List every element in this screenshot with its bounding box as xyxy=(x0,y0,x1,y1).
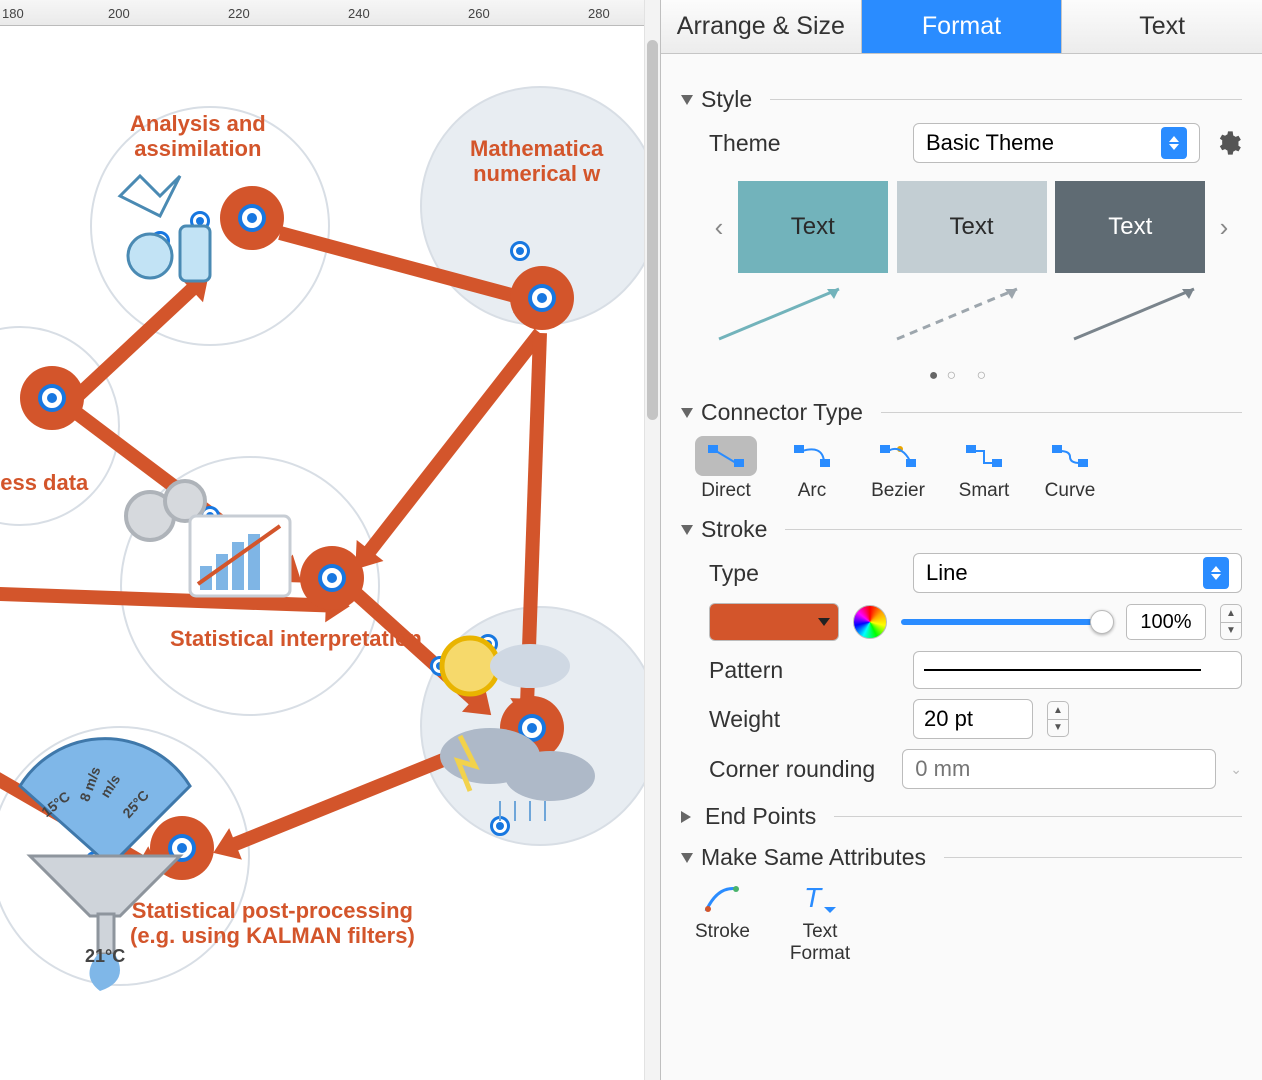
diagram-canvas[interactable]: Analysis and assimilation Mathematica nu… xyxy=(0,26,660,1080)
connector-type-label: Arc xyxy=(798,480,827,502)
slider-thumb[interactable] xyxy=(1090,610,1114,634)
stroke-type-value: Line xyxy=(926,560,968,586)
dropdown-caret-icon xyxy=(1161,127,1187,159)
pattern-preview xyxy=(924,669,1201,671)
weight-input[interactable] xyxy=(913,699,1033,739)
svg-text:T: T xyxy=(804,882,823,913)
ruler-mark: 240 xyxy=(348,6,370,21)
arrow-style-sample[interactable] xyxy=(887,279,1037,349)
label-stat-interp[interactable]: Statistical interpretation xyxy=(170,626,422,651)
theme-swatch[interactable]: Text xyxy=(738,181,888,273)
ruler-mark: 280 xyxy=(588,6,610,21)
disclosure-triangle-icon xyxy=(681,408,693,418)
prev-theme-icon[interactable]: ‹ xyxy=(709,212,729,243)
disclosure-triangle-icon xyxy=(681,811,697,823)
dropdown-caret-icon xyxy=(1203,557,1229,589)
arrow-style-sample[interactable] xyxy=(709,279,859,349)
connector-type-label: Smart xyxy=(959,480,1010,502)
gear-icon[interactable] xyxy=(1214,129,1242,157)
connector[interactable] xyxy=(362,329,545,558)
inspector-sidebar: Arrange & Size Format Text Style Theme B… xyxy=(660,0,1262,1080)
theme-swatch[interactable]: Text xyxy=(897,181,1047,273)
vertical-scrollbar[interactable] xyxy=(644,0,660,1080)
same-stroke-label: Stroke xyxy=(695,921,750,943)
section-make-same[interactable]: Make Same Attributes xyxy=(681,844,1242,871)
label-mathematical[interactable]: Mathematica numerical w xyxy=(470,136,603,187)
theme-label: Theme xyxy=(709,130,899,157)
connector-type-label: Direct xyxy=(701,480,751,502)
section-end-points-label: End Points xyxy=(705,803,816,830)
opacity-input[interactable] xyxy=(1126,604,1206,640)
format-panel: Style Theme Basic Theme ‹ Text Text Text… xyxy=(661,54,1262,1080)
section-style[interactable]: Style xyxy=(681,86,1242,113)
weight-label: Weight xyxy=(709,706,899,733)
weight-stepper[interactable]: ▲▼ xyxy=(1047,701,1069,737)
pattern-select[interactable] xyxy=(913,651,1242,689)
disclosure-triangle-icon xyxy=(681,525,693,535)
ruler-mark: 200 xyxy=(108,6,130,21)
ruler-mark: 220 xyxy=(228,6,250,21)
next-theme-icon[interactable]: › xyxy=(1214,212,1234,243)
graph-node[interactable] xyxy=(20,366,84,430)
graph-node[interactable] xyxy=(510,266,574,330)
section-style-label: Style xyxy=(701,86,752,113)
color-wheel-icon[interactable] xyxy=(853,605,887,639)
ruler-mark: 180 xyxy=(2,6,24,21)
connector-type-label: Bezier xyxy=(871,480,925,502)
weather-illustration xyxy=(420,606,620,846)
same-text-format-button[interactable]: T Text Format xyxy=(790,881,850,965)
stroke-color-button[interactable] xyxy=(709,603,839,641)
theme-swatch[interactable]: Text xyxy=(1055,181,1205,273)
section-stroke[interactable]: Stroke xyxy=(681,516,1242,543)
scrollbar-thumb[interactable] xyxy=(647,40,658,420)
disclosure-triangle-icon xyxy=(681,95,693,105)
corner-rounding-label: Corner rounding xyxy=(709,756,888,783)
section-stroke-label: Stroke xyxy=(701,516,767,543)
section-connector-type[interactable]: Connector Type xyxy=(681,399,1242,426)
arrow-style-sample[interactable] xyxy=(1064,279,1214,349)
disclosure-triangle-icon xyxy=(681,853,693,863)
canvas-area: 180 200 220 240 260 280 xyxy=(0,0,660,1080)
stroke-type-select[interactable]: Line xyxy=(913,553,1242,593)
tab-arrange-size[interactable]: Arrange & Size xyxy=(661,0,862,53)
connector-type-direct[interactable]: Direct xyxy=(695,436,757,502)
chart-illustration xyxy=(120,476,300,616)
corner-rounding-input[interactable] xyxy=(902,749,1216,789)
opacity-slider[interactable] xyxy=(901,619,1112,625)
label-stat-post[interactable]: Statistical post-processing (e.g. using … xyxy=(130,898,415,949)
same-stroke-button[interactable]: Stroke xyxy=(695,881,750,965)
theme-select[interactable]: Basic Theme xyxy=(913,123,1200,163)
section-end-points[interactable]: End Points xyxy=(681,803,1242,830)
label-analysis[interactable]: Analysis and assimilation xyxy=(130,111,266,162)
connector-type-label: Curve xyxy=(1045,480,1096,502)
tab-text[interactable]: Text xyxy=(1062,0,1262,53)
dropdown-caret-icon xyxy=(1211,661,1231,679)
inspector-tabs: Arrange & Size Format Text xyxy=(661,0,1262,54)
ruler-mark: 260 xyxy=(468,6,490,21)
chevron-down-icon: ⌄ xyxy=(1230,761,1242,778)
label-process-data[interactable]: cess data xyxy=(0,470,88,495)
graph-node[interactable] xyxy=(300,546,364,610)
connector-type-smart[interactable]: Smart xyxy=(953,436,1015,502)
opacity-stepper[interactable]: ▲▼ xyxy=(1220,604,1242,640)
section-connector-label: Connector Type xyxy=(701,399,863,426)
pattern-label: Pattern xyxy=(709,657,899,684)
selection-handle[interactable] xyxy=(510,241,530,261)
connector-type-bezier[interactable]: Bezier xyxy=(867,436,929,502)
connector-type-arc[interactable]: Arc xyxy=(781,436,843,502)
connector-type-curve[interactable]: Curve xyxy=(1039,436,1101,502)
label-21c: 21°C xyxy=(85,946,125,967)
theme-value: Basic Theme xyxy=(926,130,1054,156)
chemistry-illustration xyxy=(110,156,260,296)
stroke-type-label: Type xyxy=(709,560,899,587)
horizontal-ruler: 180 200 220 240 260 280 xyxy=(0,0,660,26)
same-text-format-label: Text Format xyxy=(790,921,850,965)
page-dots[interactable]: ●○ ○ xyxy=(681,367,1242,385)
stroke-icon xyxy=(702,881,742,915)
section-make-same-label: Make Same Attributes xyxy=(701,844,926,871)
tab-format[interactable]: Format xyxy=(862,0,1063,53)
text-format-icon: T xyxy=(800,881,840,915)
